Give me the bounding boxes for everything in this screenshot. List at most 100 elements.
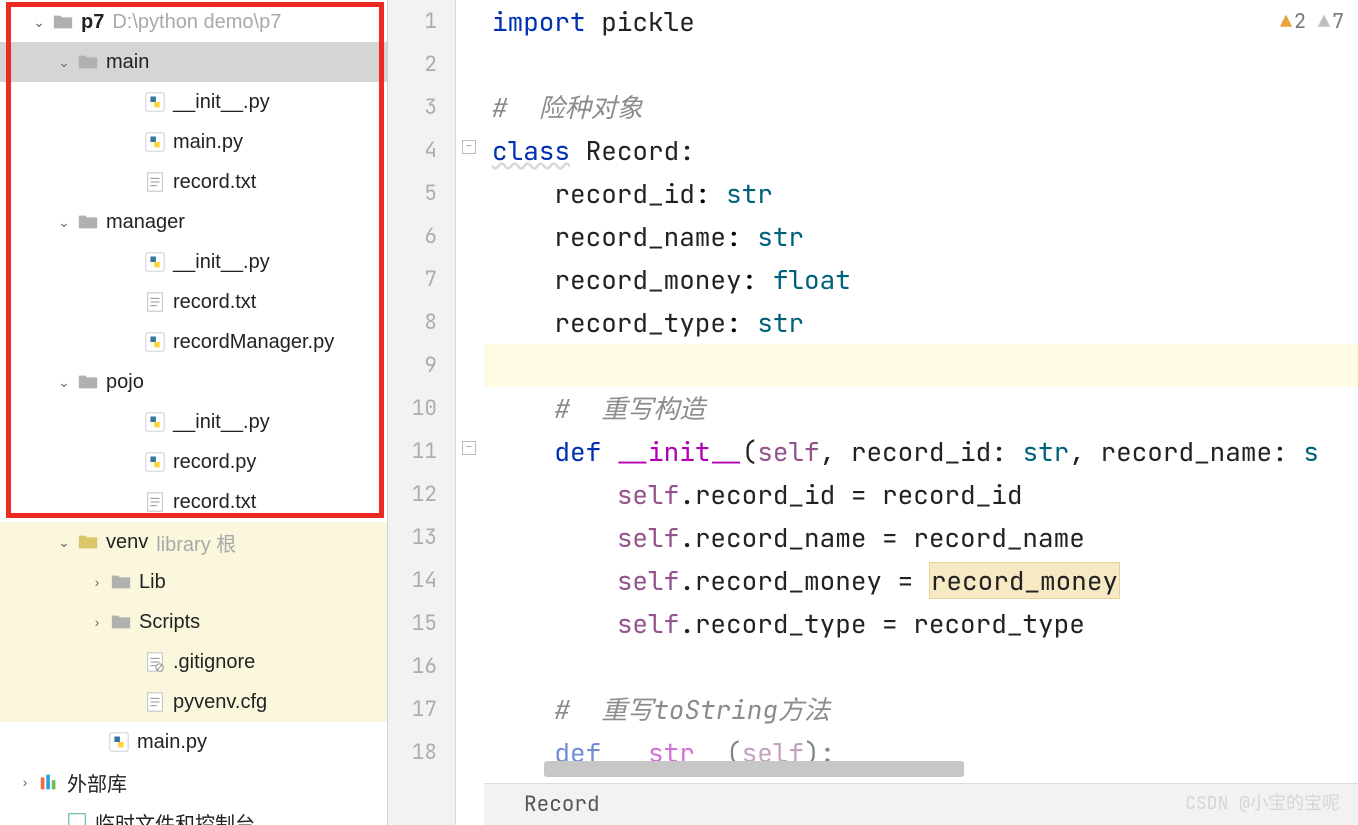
tree-item-pyvenvcfg[interactable]: pyvenv.cfg bbox=[0, 682, 387, 722]
tree-item-lib[interactable]: › Lib bbox=[0, 562, 387, 602]
tree-item-label: record.py bbox=[173, 451, 256, 474]
tree-item-mainpy[interactable]: main.py bbox=[0, 122, 387, 162]
line-number[interactable]: 7 bbox=[388, 258, 437, 301]
code-line[interactable]: self.record_type = record_type bbox=[484, 602, 1358, 645]
tree-item-label: record.txt bbox=[173, 291, 256, 314]
line-number[interactable]: 13 bbox=[388, 516, 437, 559]
horizontal-scrollbar[interactable] bbox=[544, 761, 964, 777]
code-editor[interactable]: ▲2 ▲7 import pickle # 险种对象 class Record:… bbox=[484, 0, 1358, 825]
tree-item-recordtxt[interactable]: record.txt bbox=[0, 282, 387, 322]
code-line[interactable]: # 重写toString方法 bbox=[484, 688, 1358, 731]
tree-item-recordtxt[interactable]: record.txt bbox=[0, 482, 387, 522]
chevron-right-icon[interactable]: › bbox=[88, 574, 106, 590]
code-line[interactable]: self.record_money = record_money bbox=[484, 559, 1358, 602]
tree-item-initpy[interactable]: __init__.py bbox=[0, 402, 387, 442]
tree-item-p7[interactable]: ⌄p7D:\python demo\p7 bbox=[0, 2, 387, 42]
tree-item-label: main.py bbox=[173, 131, 243, 154]
line-number[interactable]: 15 bbox=[388, 602, 437, 645]
line-number[interactable]: 16 bbox=[388, 645, 437, 688]
chevron-right-icon[interactable]: › bbox=[88, 614, 106, 630]
line-number[interactable]: 1 bbox=[388, 0, 437, 43]
line-number[interactable]: 11 bbox=[388, 430, 437, 473]
code-line[interactable]: record_id: str bbox=[484, 172, 1358, 215]
tree-item-label: pojo bbox=[106, 371, 144, 394]
tree-item-mainpy[interactable]: main.py bbox=[0, 722, 387, 762]
line-number[interactable]: 18 bbox=[388, 731, 437, 774]
tree-item-label: recordManager.py bbox=[173, 331, 334, 354]
warning-count: 2 bbox=[1294, 8, 1306, 34]
code-line[interactable]: record_type: str bbox=[484, 301, 1358, 344]
line-number[interactable]: 12 bbox=[388, 473, 437, 516]
code-line[interactable] bbox=[484, 43, 1358, 86]
tree-item-recordmanagerpy[interactable]: recordManager.py bbox=[0, 322, 387, 362]
code-line[interactable]: import pickle bbox=[484, 0, 1358, 43]
line-number[interactable]: 5 bbox=[388, 172, 437, 215]
inspection-indicators[interactable]: ▲2 ▲7 bbox=[1280, 8, 1344, 34]
tree-item-sublabel: D:\python demo\p7 bbox=[112, 11, 281, 34]
line-number[interactable]: 17 bbox=[388, 688, 437, 731]
line-number[interactable]: 3 bbox=[388, 86, 437, 129]
line-number[interactable]: 14 bbox=[388, 559, 437, 602]
code-line[interactable]: record_name: str bbox=[484, 215, 1358, 258]
line-number[interactable]: 6 bbox=[388, 215, 437, 258]
txt-icon bbox=[144, 291, 166, 313]
tree-item-sublabel: library 根 bbox=[156, 528, 236, 557]
chevron-right-icon[interactable]: › bbox=[16, 774, 34, 790]
code-line[interactable] bbox=[484, 645, 1358, 688]
line-number[interactable]: 9 bbox=[388, 344, 437, 387]
fold-strip[interactable]: − − bbox=[456, 0, 484, 825]
code-line[interactable]: def __init__(self, record_id: str, recor… bbox=[484, 430, 1358, 473]
warning-icon: ▲ bbox=[1318, 8, 1330, 34]
fold-marker[interactable]: − bbox=[462, 441, 476, 455]
tree-item-label: venv bbox=[106, 531, 148, 554]
line-number[interactable]: 2 bbox=[388, 43, 437, 86]
code-line[interactable]: # 险种对象 bbox=[484, 86, 1358, 129]
code-line[interactable]: self.record_id = record_id bbox=[484, 473, 1358, 516]
code-line[interactable]: # 重写构造 bbox=[484, 387, 1358, 430]
fold-marker[interactable]: − bbox=[462, 140, 476, 154]
tree-item-main[interactable]: ⌄main bbox=[0, 42, 387, 82]
tree-item-label: Scripts bbox=[139, 611, 200, 634]
tree-item-label: __init__.py bbox=[173, 91, 270, 114]
tree-item-label: main.py bbox=[137, 731, 207, 754]
project-tree-panel[interactable]: ⌄p7D:\python demo\p7⌄main__init__.pymain… bbox=[0, 0, 388, 825]
chevron-down-icon[interactable]: ⌄ bbox=[55, 374, 73, 391]
tree-item-scripts[interactable]: › Scripts bbox=[0, 602, 387, 642]
chevron-down-icon[interactable]: ⌄ bbox=[30, 14, 48, 31]
weak-warning-count: 7 bbox=[1332, 8, 1344, 34]
tree-item-recordtxt[interactable]: record.txt bbox=[0, 162, 387, 202]
tree-item-initpy[interactable]: __init__.py bbox=[0, 82, 387, 122]
tree-item-initpy[interactable]: __init__.py bbox=[0, 242, 387, 282]
breadcrumb-item[interactable]: Record bbox=[524, 791, 600, 818]
py-icon bbox=[144, 331, 166, 353]
line-number[interactable]: 4 bbox=[388, 129, 437, 172]
code-line[interactable]: class Record: bbox=[484, 129, 1358, 172]
chevron-down-icon[interactable]: ⌄ bbox=[55, 214, 73, 231]
tree-item-label: pyvenv.cfg bbox=[173, 691, 267, 714]
line-number[interactable]: 10 bbox=[388, 387, 437, 430]
tree-item-pojo[interactable]: ⌄ pojo bbox=[0, 362, 387, 402]
py-icon bbox=[144, 411, 166, 433]
chevron-down-icon[interactable]: ⌄ bbox=[55, 534, 73, 551]
tree-item-gitignore[interactable]: .gitignore bbox=[0, 642, 387, 682]
py-icon bbox=[108, 731, 130, 753]
tree-item-[interactable]: 临时文件和控制台 bbox=[0, 802, 387, 825]
watermark-text: CSDN @小宝的宝呢 bbox=[1185, 789, 1340, 815]
gitignore-icon bbox=[144, 651, 166, 673]
chevron-down-icon[interactable]: ⌄ bbox=[55, 54, 73, 71]
scratch-icon bbox=[66, 811, 88, 825]
code-line[interactable]: self.record_name = record_name bbox=[484, 516, 1358, 559]
warning-icon: ▲ bbox=[1280, 8, 1292, 34]
tree-item-manager[interactable]: ⌄manager bbox=[0, 202, 387, 242]
tree-item-venv[interactable]: ⌄ venv library 根 bbox=[0, 522, 387, 562]
tree-item-label: Lib bbox=[139, 571, 166, 594]
line-number[interactable]: 8 bbox=[388, 301, 437, 344]
code-line-caret[interactable] bbox=[484, 344, 1358, 387]
tree-item-recordpy[interactable]: record.py bbox=[0, 442, 387, 482]
py-icon bbox=[144, 451, 166, 473]
code-line[interactable]: record_money: float bbox=[484, 258, 1358, 301]
tree-item-label: __init__.py bbox=[173, 411, 270, 434]
folder-icon bbox=[77, 371, 99, 393]
tree-item-label: 外部库 bbox=[67, 768, 127, 797]
tree-item-[interactable]: › 外部库 bbox=[0, 762, 387, 802]
